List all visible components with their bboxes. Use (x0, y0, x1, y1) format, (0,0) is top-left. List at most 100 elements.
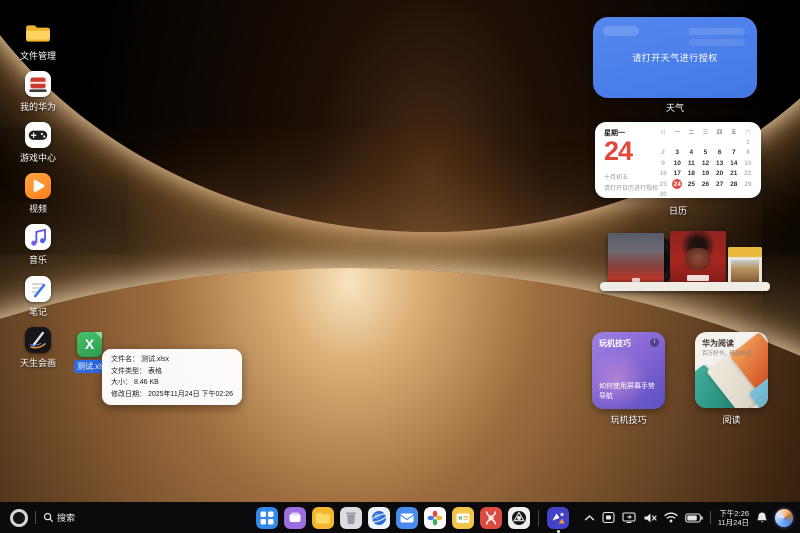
calendar-empty-cell (656, 137, 670, 147)
calendar-day-cell[interactable]: 18 (684, 169, 698, 179)
harmonyos-desktop: 文件管理 我的华为 游戏中心 视频 音乐 笔记 天生会画 (0, 0, 800, 533)
tooltip-file-modified: 修改日期： 2025年11月24日 下午02:26 (111, 389, 233, 401)
calendar-day-cell[interactable]: 8 (741, 148, 755, 158)
calendar-day-cell[interactable]: 27 (713, 179, 727, 189)
dock (256, 507, 569, 529)
taskbar-divider (35, 511, 36, 524)
calendar-day-cell[interactable]: 4 (684, 148, 698, 158)
dock-icon-app-store[interactable] (284, 507, 306, 529)
dock-icon-camera[interactable] (508, 507, 530, 529)
desktop-app-my-huawei[interactable]: 我的华为 (11, 71, 65, 113)
app-label: 天生会画 (11, 356, 65, 369)
tooltip-file-name: 文件名： 测试.xlsx (111, 354, 233, 366)
calendar-day-cell[interactable]: 13 (713, 158, 727, 168)
tips-widget[interactable]: 玩机技巧 i 如何使用屏幕手势导航 (592, 332, 665, 409)
weather-widget-label: 天气 (593, 101, 757, 114)
weather-widget[interactable]: 请打开天气进行授权 (593, 17, 757, 98)
calendar-widget[interactable]: 星期一 24 十月初五 请打开日历进行授权 日一二三四五六12345678910… (595, 122, 761, 198)
calendar-day-cell[interactable]: 29 (741, 179, 755, 189)
calendar-day-cell[interactable]: 6 (713, 148, 727, 158)
excel-file-icon[interactable] (77, 332, 102, 357)
calendar-day-cell[interactable]: 25 (684, 179, 698, 189)
desktop-app-game-center[interactable]: 游戏中心 (11, 122, 65, 164)
calendar-day-cell[interactable]: 16 (656, 169, 670, 179)
dock-icon-browser[interactable] (368, 507, 390, 529)
calendar-day-cell[interactable]: 9 (656, 158, 670, 168)
calendar-day-cell[interactable]: 10 (670, 158, 684, 168)
calendar-day-cell[interactable]: 14 (727, 158, 741, 168)
tooltip-file-type: 文件类型： 表格 (111, 366, 233, 378)
reading-widget[interactable]: 华为阅读 百万好书，精品畅读 (695, 332, 768, 408)
dock-icon-gallery[interactable] (424, 507, 446, 529)
calendar-day-cell[interactable]: 20 (713, 169, 727, 179)
calendar-day-cell[interactable]: 3 (670, 148, 684, 158)
search-icon (43, 512, 54, 523)
calendar-day-cell[interactable]: 22 (741, 169, 755, 179)
calendar-day-cell[interactable]: 7 (727, 148, 741, 158)
calendar-day-cell[interactable]: 19 (698, 169, 712, 179)
dock-icon-email[interactable] (396, 507, 418, 529)
taskbar-left-group: 搜索 (10, 502, 75, 533)
app-label: 我的华为 (11, 100, 65, 113)
calendar-day-cell[interactable]: 2 (656, 148, 670, 158)
reading-subtitle: 百万好书，精品畅读 (702, 349, 752, 357)
assistant-ball-icon[interactable] (10, 509, 28, 527)
taskbar: 搜索 (0, 502, 800, 533)
desktop-app-notes[interactable]: 笔记 (11, 276, 65, 318)
app-label: 笔记 (11, 305, 65, 318)
dock-icon-app-grid[interactable] (256, 507, 278, 529)
reading-title: 华为阅读 (702, 338, 734, 349)
calendar-day-cell[interactable]: 12 (698, 158, 712, 168)
desktop-app-sketch[interactable]: 天生会画 (11, 327, 65, 369)
wifi-icon[interactable] (664, 512, 678, 523)
calendar-empty-cell (670, 137, 684, 147)
calendar-empty-cell (727, 137, 741, 147)
calendar-empty-cell (698, 137, 712, 147)
tray-expand-chevron-icon[interactable] (584, 514, 595, 522)
music-shelf-widget[interactable] (600, 229, 770, 291)
input-method-icon[interactable] (602, 511, 615, 524)
calendar-day-cell[interactable]: 15 (741, 158, 755, 168)
battery-icon[interactable] (685, 513, 703, 523)
screen-cast-icon[interactable] (622, 511, 636, 524)
calendar-empty-cell (741, 189, 755, 199)
calendar-lunar-date: 十月初五 (604, 172, 664, 181)
search-label: 搜索 (57, 511, 75, 524)
calendar-day-cell[interactable]: 24 (670, 179, 684, 189)
calendar-day-number: 24 (604, 138, 664, 165)
calendar-empty-cell (713, 137, 727, 147)
album-cover-classical[interactable] (728, 247, 762, 287)
calendar-day-cell[interactable]: 26 (698, 179, 712, 189)
calendar-empty-cell (670, 189, 684, 199)
album-cover-red-hood-portrait[interactable] (670, 231, 726, 287)
calendar-day-cell[interactable]: 28 (727, 179, 741, 189)
dock-icon-files[interactable] (312, 507, 334, 529)
assistant-avatar[interactable] (775, 509, 793, 527)
dock-icon-member-center[interactable] (452, 507, 474, 529)
taskbar-clock[interactable]: 下午2:26 11月24日 (718, 509, 749, 527)
desktop-app-files[interactable]: 文件管理 (11, 20, 65, 62)
calendar-weekday-header: 六 (741, 127, 755, 137)
notification-bell-icon[interactable] (756, 511, 768, 524)
calendar-day-cell[interactable]: 1 (741, 137, 755, 147)
calendar-day-cell[interactable]: 21 (727, 169, 741, 179)
dock-icon-recycle-bin[interactable] (340, 507, 362, 529)
system-tray: 下午2:26 11月24日 (584, 502, 793, 533)
search-button[interactable]: 搜索 (43, 511, 75, 524)
album-cover-red-nebula[interactable] (608, 233, 664, 287)
gamepad-icon (25, 122, 51, 148)
tray-divider (710, 511, 711, 524)
my-huawei-icon (25, 71, 51, 97)
dock-icon-appgallery[interactable] (480, 507, 502, 529)
volume-muted-icon[interactable] (643, 512, 657, 524)
calendar-day-cell[interactable]: 11 (684, 158, 698, 168)
desktop-app-music[interactable]: 音乐 (11, 224, 65, 266)
dock-icon-office-suite-running[interactable] (547, 507, 569, 529)
calendar-empty-cell (684, 189, 698, 199)
calendar-day-cell[interactable]: 23 (656, 179, 670, 189)
calendar-day-cell[interactable]: 17 (670, 169, 684, 179)
info-icon[interactable]: i (650, 338, 659, 347)
desktop-app-video[interactable]: 视频 (11, 173, 65, 215)
calendar-day-cell[interactable]: 30 (656, 189, 670, 199)
calendar-day-cell[interactable]: 5 (698, 148, 712, 158)
